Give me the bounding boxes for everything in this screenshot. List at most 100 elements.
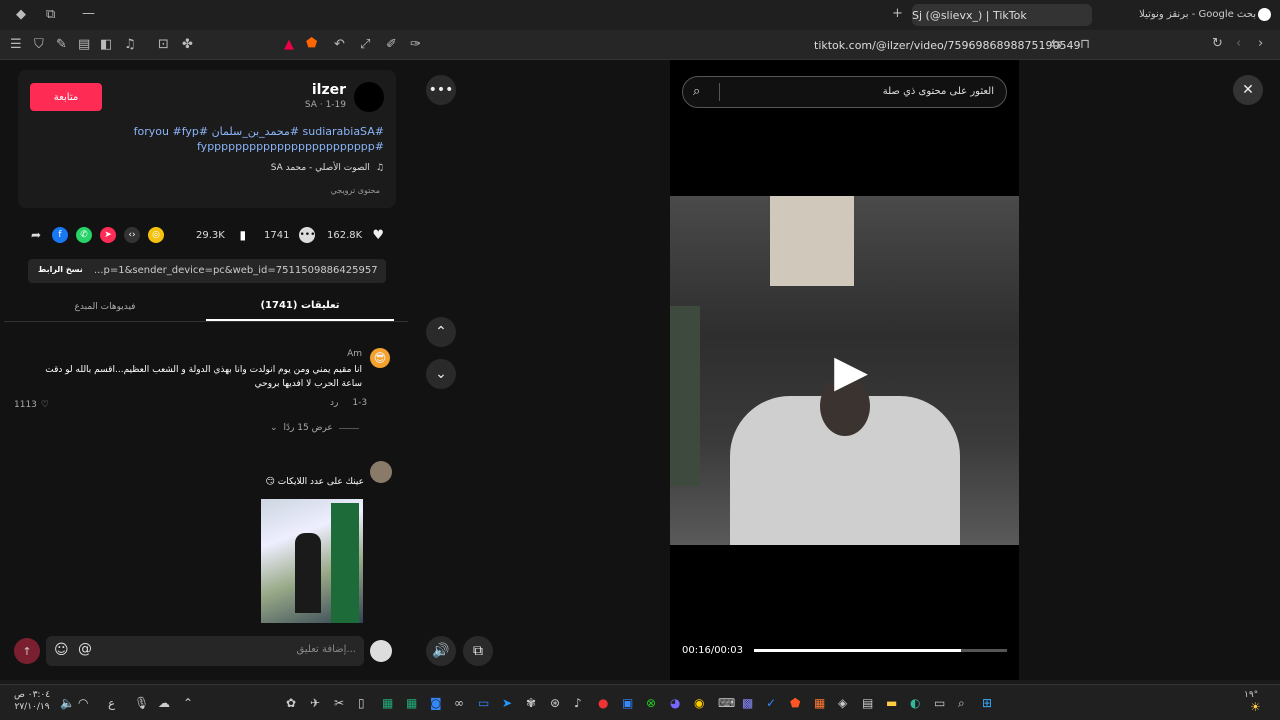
sound-row[interactable]: ♫ الصوت الأصلي - محمد SA (160, 163, 384, 173)
reply-button[interactable]: رد (330, 398, 338, 408)
username[interactable]: ilzer (200, 82, 346, 98)
tool2-icon[interactable]: ✑ (410, 38, 421, 51)
taskbar-brave-icon[interactable]: ⬟ (790, 696, 800, 710)
close-video-button[interactable]: ✕ (1233, 75, 1263, 105)
copy-link-button[interactable]: نسخ الرابط (38, 265, 83, 274)
view-replies-button[interactable]: ⌄ عرض 15 ردًا (270, 423, 359, 433)
emoji-icon[interactable]: ☺ (54, 642, 69, 658)
saves-row[interactable]: 29.3K ▮ (196, 226, 251, 244)
shield-icon[interactable]: ⛉ (34, 38, 44, 51)
mic-icon[interactable]: 🎙 (134, 696, 149, 710)
mention-icon[interactable]: @ (78, 641, 92, 657)
taskbar-app-2-icon[interactable]: ✈ (310, 696, 320, 710)
onedrive-icon[interactable]: ☁ (158, 696, 170, 710)
taskbar-app-10-icon[interactable]: ◉ (694, 696, 704, 710)
extension-icon[interactable]: ✎ (56, 38, 67, 51)
taskbar-app-6-icon[interactable]: ▭ (478, 696, 489, 710)
music-icon[interactable]: ♫ (124, 38, 136, 51)
reader-icon[interactable]: ▤ (78, 38, 90, 51)
taskbar-app-16-icon[interactable]: ▭ (934, 696, 945, 710)
link-text[interactable]: ...p=1&sender_device=pc&web_id=751150988… (94, 265, 378, 276)
link-icon[interactable]: ⇆ (1051, 38, 1062, 51)
taskbar-app-11-icon[interactable]: ⌨ (718, 696, 735, 710)
volume-button[interactable]: 🔊 (426, 636, 456, 666)
pip-button[interactable]: ⧉ (463, 636, 493, 666)
clock[interactable]: ٠٣:٠٤ ص ٢٧/١٠/١٩ (14, 689, 50, 713)
back-arrow-icon[interactable]: ↶ (334, 38, 345, 51)
send-icon[interactable]: ➤ (100, 227, 116, 243)
taskbar-app-4-icon[interactable]: ◙ (430, 696, 442, 710)
next-video-button[interactable]: ⌄ (426, 359, 456, 389)
facebook-icon[interactable]: f (52, 227, 68, 243)
avatar[interactable] (354, 82, 384, 112)
taskbar-telegram-icon[interactable]: ➤ (502, 696, 512, 710)
taskbar-store-icon[interactable]: ▤ (862, 696, 873, 710)
taskbar-app-1-icon[interactable]: ✿ (286, 696, 296, 710)
comment-image[interactable] (261, 499, 363, 623)
brave-rewards-icon[interactable]: ▲ (284, 38, 294, 51)
video-progress-track[interactable] (754, 649, 1007, 652)
tab-creator-videos[interactable]: فيديوهات المبدع (4, 292, 206, 321)
hashtags-line2[interactable]: #fypppppppppppppppppppppppp (30, 140, 384, 153)
weather-icon[interactable]: ☀ (1250, 700, 1261, 714)
comment-input[interactable]: ☺ @ إضافة تعليق... (46, 636, 364, 666)
screenshot-icon[interactable]: ⊡ (158, 38, 169, 51)
taskbar-app-12-icon[interactable]: ▩ (742, 696, 753, 710)
address-bar[interactable]: tiktok.com/@ilzer/video/7596986898875190… (814, 39, 1080, 52)
related-search-box[interactable]: ⌕ العثور على محتوى ذي صلة (682, 76, 1007, 108)
brave-shield-icon[interactable]: ⬟ (306, 37, 317, 50)
prev-video-button[interactable]: ⌃ (426, 317, 456, 347)
taskbar-app-3-icon[interactable]: ✂ (334, 696, 344, 710)
send-comment-button[interactable]: ↑ (14, 638, 40, 664)
sidebar-icon[interactable]: ◧ (100, 38, 112, 51)
bookmark-page-icon[interactable]: ⊓ (1080, 38, 1090, 51)
back-icon[interactable]: › (1258, 37, 1263, 50)
right-tab[interactable]: بحث Google - برنقز ونوتيلا (1056, 9, 1256, 20)
taskbar-sheets-icon[interactable]: ▦ (406, 696, 417, 710)
new-tab-icon[interactable]: + (892, 7, 903, 20)
comment-author[interactable]: Am (300, 349, 362, 359)
taskbar-app-14-icon[interactable]: ▦ (814, 696, 825, 710)
taskbar-tiktok-icon[interactable]: ♪ (574, 696, 582, 710)
window-menu-icon[interactable]: ◆ (16, 8, 26, 21)
comment-avatar[interactable]: 😎 (370, 348, 390, 368)
comment-like[interactable]: 1113 ♡ (14, 400, 49, 410)
taskbar-app-13-icon[interactable]: ✓ (766, 696, 776, 710)
taskbar-app-8-icon[interactable]: ● (598, 696, 608, 710)
tab-overview-icon[interactable]: ⧉ (46, 8, 55, 21)
taskbar-edge-icon[interactable]: ◐ (910, 696, 920, 710)
whatsapp-icon[interactable]: ✆ (76, 227, 92, 243)
more-button[interactable]: ••• (426, 75, 456, 105)
language-indicator[interactable]: ع (108, 696, 115, 710)
puzzle-icon[interactable]: ✤ (182, 38, 193, 51)
comment2-avatar[interactable] (370, 461, 392, 483)
likes-row[interactable]: 162.8K ♥ (327, 226, 386, 244)
tray-expand-icon[interactable]: ⌃ (183, 696, 193, 710)
comments-row[interactable]: 1741 ••• (264, 226, 316, 244)
taskbar-excel-icon[interactable]: ▦ (382, 696, 393, 710)
more-share-icon[interactable]: ◎ (148, 227, 164, 243)
taskbar-app-7-icon[interactable]: ✾ (526, 696, 536, 710)
follow-button[interactable]: متابعة (30, 83, 102, 111)
volume-tray-icon[interactable]: 🔈 (60, 696, 75, 710)
menu-icon[interactable]: ☰ (10, 38, 22, 51)
search-icon[interactable]: ⌕ (693, 84, 700, 99)
taskbar-app-5-icon[interactable]: ∞ (454, 696, 464, 710)
taskbar-notepad-icon[interactable]: ▯ (358, 696, 365, 710)
taskbar-search-icon[interactable]: ⌕ (958, 696, 965, 711)
tool-icon[interactable]: ✐ (386, 38, 397, 51)
start-button-icon[interactable]: ⊞ (982, 696, 992, 710)
share-icon[interactable]: ➦ (28, 227, 44, 243)
taskbar-explorer-icon[interactable]: ▬ (886, 696, 897, 710)
hashtags-line1[interactable]: #sudiarabiaSA #محمد_بن_سلمان #foryou #fy… (30, 125, 384, 138)
taskbar-app-9-icon[interactable]: ▣ (622, 696, 633, 710)
resize-icon[interactable]: ⤢ (360, 38, 370, 51)
taskbar-app-15-icon[interactable]: ◈ (838, 696, 847, 710)
taskbar-xbox-icon[interactable]: ⊗ (646, 696, 656, 710)
taskbar-chatgpt-icon[interactable]: ⊛ (550, 696, 560, 710)
embed-icon[interactable]: ‹› (124, 227, 140, 243)
minimize-icon[interactable]: — (82, 7, 95, 20)
user-avatar[interactable] (370, 640, 392, 662)
video-player[interactable]: ▶ (670, 196, 1019, 545)
weather-temp[interactable]: ١٩° (1244, 690, 1258, 700)
